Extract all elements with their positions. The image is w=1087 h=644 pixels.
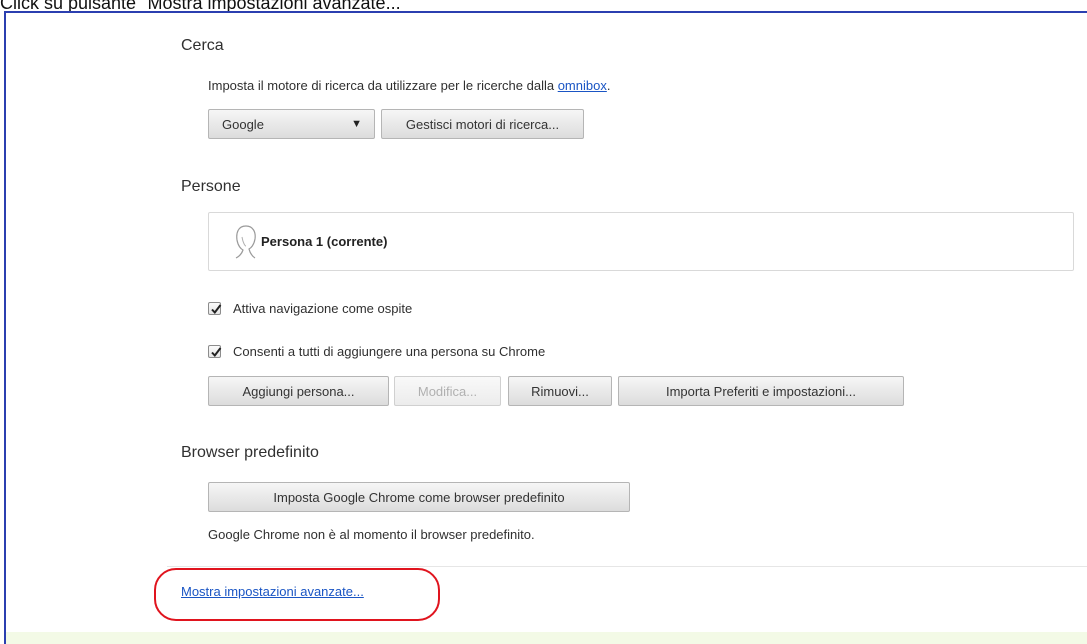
edit-person-button[interactable]: Modifica...	[394, 376, 501, 406]
avatar-icon	[235, 225, 256, 259]
profile-list[interactable]: Persona 1 (corrente)	[208, 212, 1074, 271]
highlight-ellipse	[154, 568, 440, 621]
default-browser-section-title: Browser predefinito	[181, 444, 319, 461]
profile-name: Persona 1 (corrente)	[261, 234, 388, 249]
search-description-text: Imposta il motore di ricerca da utilizza…	[208, 78, 558, 93]
set-default-browser-button[interactable]: Imposta Google Chrome come browser prede…	[208, 482, 630, 512]
search-description: Imposta il motore di ricerca da utilizza…	[208, 78, 610, 93]
guest-browsing-checkbox[interactable]	[208, 302, 222, 315]
remove-person-button[interactable]: Rimuovi...	[508, 376, 612, 406]
manage-search-engines-button[interactable]: Gestisci motori di ricerca...	[381, 109, 584, 139]
checkmark-icon	[211, 347, 222, 358]
dropdown-arrow-icon: ▼	[351, 118, 362, 130]
omnibox-link[interactable]: omnibox	[558, 78, 607, 93]
allow-add-person-checkbox[interactable]	[208, 345, 222, 358]
search-engine-value: Google	[222, 116, 264, 132]
guest-browsing-row[interactable]: Attiva navigazione come ospite	[208, 301, 412, 316]
search-section-title: Cerca	[181, 37, 224, 54]
guest-browsing-label: Attiva navigazione come ospite	[233, 301, 413, 316]
search-description-suffix: .	[606, 78, 611, 93]
default-browser-status: Google Chrome non è al momento il browse…	[208, 527, 535, 542]
people-section-title: Persone	[181, 178, 241, 195]
allow-add-person-label: Consenti a tutti di aggiungere una perso…	[233, 344, 546, 359]
search-engine-select[interactable]: Google ▼	[208, 109, 375, 139]
bottom-strip	[4, 632, 1087, 644]
allow-add-person-row[interactable]: Consenti a tutti di aggiungere una perso…	[208, 344, 545, 359]
divider	[167, 566, 1087, 567]
checkmark-icon	[211, 304, 222, 315]
add-person-button[interactable]: Aggiungi persona...	[208, 376, 389, 406]
import-bookmarks-button[interactable]: Importa Preferiti e impostazioni...	[618, 376, 904, 406]
settings-frame	[4, 11, 1087, 640]
